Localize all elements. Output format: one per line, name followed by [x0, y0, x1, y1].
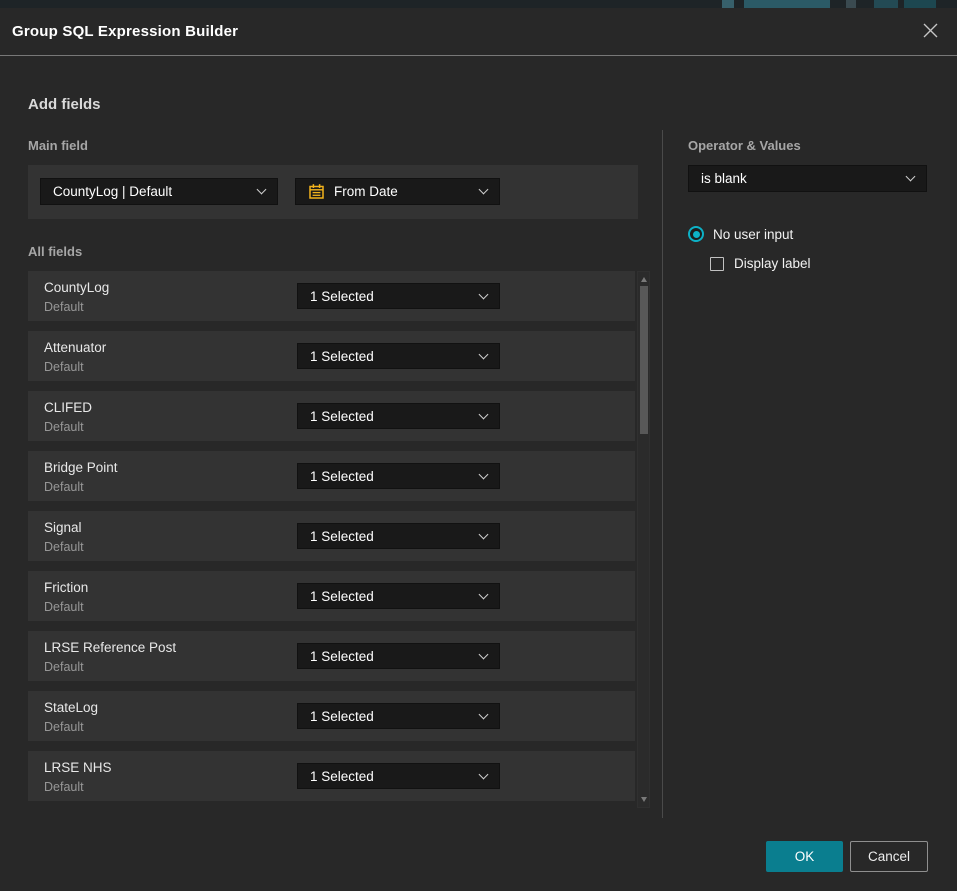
chevron-down-icon — [479, 349, 489, 359]
field-name-label: StateLog — [44, 700, 98, 715]
field-source-label: Default — [44, 660, 84, 674]
calendar-icon — [308, 183, 325, 200]
field-row: CountyLog Default 1 Selected — [28, 271, 635, 321]
panel-divider — [662, 130, 663, 818]
checkbox-unchecked-icon — [710, 257, 724, 271]
chevron-down-icon — [479, 709, 489, 719]
chevron-down-icon — [479, 469, 489, 479]
chevron-down-icon — [479, 289, 489, 299]
field-source-label: Default — [44, 540, 84, 554]
field-selection-dropdown[interactable]: 1 Selected — [297, 463, 500, 489]
field-row: LRSE NHS Default 1 Selected — [28, 751, 635, 801]
chevron-down-icon — [257, 185, 267, 195]
close-icon — [922, 22, 939, 42]
field-selection-dropdown[interactable]: 1 Selected — [297, 583, 500, 609]
field-row: Bridge Point Default 1 Selected — [28, 451, 635, 501]
field-selection-value: 1 Selected — [310, 589, 472, 604]
dialog-titlebar: Group SQL Expression Builder — [0, 8, 957, 55]
field-name-label: Friction — [44, 580, 88, 595]
field-name-label: LRSE NHS — [44, 760, 112, 775]
field-selection-dropdown[interactable]: 1 Selected — [297, 523, 500, 549]
radio-selected-icon — [688, 226, 704, 242]
scroll-down-arrow-icon[interactable] — [641, 797, 647, 802]
backdrop-fragment — [744, 0, 830, 8]
field-selection-value: 1 Selected — [310, 769, 472, 784]
operator-value: is blank — [701, 171, 899, 186]
field-selection-value: 1 Selected — [310, 289, 472, 304]
field-name-label: CountyLog — [44, 280, 109, 295]
field-name-label: Attenuator — [44, 340, 106, 355]
field-selection-value: 1 Selected — [310, 649, 472, 664]
field-selection-value: 1 Selected — [310, 709, 472, 724]
scroll-up-arrow-icon[interactable] — [641, 277, 647, 282]
chevron-down-icon — [479, 185, 489, 195]
group-sql-expression-builder-dialog: Group SQL Expression Builder Add fields … — [0, 8, 957, 891]
field-selection-dropdown[interactable]: 1 Selected — [297, 763, 500, 789]
backdrop-app-sliver — [0, 0, 957, 8]
display-label-label: Display label — [734, 256, 811, 271]
field-selection-value: 1 Selected — [310, 409, 472, 424]
field-selection-dropdown[interactable]: 1 Selected — [297, 403, 500, 429]
main-field-field-value: From Date — [334, 184, 472, 199]
field-selection-dropdown[interactable]: 1 Selected — [297, 703, 500, 729]
field-source-label: Default — [44, 420, 84, 434]
chevron-down-icon — [479, 589, 489, 599]
no-user-input-label: No user input — [713, 227, 793, 242]
operator-values-heading: Operator & Values — [688, 138, 801, 153]
field-selection-value: 1 Selected — [310, 469, 472, 484]
chevron-down-icon — [906, 172, 916, 182]
field-name-label: LRSE Reference Post — [44, 640, 176, 655]
field-source-label: Default — [44, 780, 84, 794]
display-label-checkbox[interactable]: Display label — [710, 256, 811, 271]
field-name-label: CLIFED — [44, 400, 92, 415]
field-source-label: Default — [44, 600, 84, 614]
field-selection-dropdown[interactable]: 1 Selected — [297, 643, 500, 669]
field-row: StateLog Default 1 Selected — [28, 691, 635, 741]
chevron-down-icon — [479, 769, 489, 779]
field-row: Attenuator Default 1 Selected — [28, 331, 635, 381]
chevron-down-icon — [479, 409, 489, 419]
main-field-layer-dropdown[interactable]: CountyLog | Default — [40, 178, 278, 205]
field-source-label: Default — [44, 360, 84, 374]
field-row: Signal Default 1 Selected — [28, 511, 635, 561]
scrollbar-thumb[interactable] — [640, 286, 648, 434]
dialog-content: Add fields Main field CountyLog | Defaul… — [0, 55, 957, 891]
field-selection-dropdown[interactable]: 1 Selected — [297, 343, 500, 369]
field-source-label: Default — [44, 300, 84, 314]
field-source-label: Default — [44, 480, 84, 494]
field-selection-value: 1 Selected — [310, 349, 472, 364]
cancel-button[interactable]: Cancel — [850, 841, 928, 872]
field-name-label: Signal — [44, 520, 82, 535]
field-row: Friction Default 1 Selected — [28, 571, 635, 621]
fields-scrollbar[interactable] — [637, 271, 650, 808]
no-user-input-radio[interactable]: No user input — [688, 226, 793, 242]
add-fields-heading: Add fields — [28, 96, 101, 113]
main-field-field-dropdown[interactable]: From Date — [295, 178, 500, 205]
field-row: LRSE Reference Post Default 1 Selected — [28, 631, 635, 681]
field-row: CLIFED Default 1 Selected — [28, 391, 635, 441]
field-name-label: Bridge Point — [44, 460, 118, 475]
backdrop-fragment — [904, 0, 936, 8]
field-source-label: Default — [44, 720, 84, 734]
operator-dropdown[interactable]: is blank — [688, 165, 927, 192]
field-selection-value: 1 Selected — [310, 529, 472, 544]
ok-button[interactable]: OK — [766, 841, 843, 872]
field-selection-dropdown[interactable]: 1 Selected — [297, 283, 500, 309]
backdrop-fragment — [722, 0, 734, 8]
chevron-down-icon — [479, 529, 489, 539]
main-field-layer-value: CountyLog | Default — [53, 184, 250, 199]
close-button[interactable] — [917, 19, 943, 45]
main-field-label: Main field — [28, 138, 88, 153]
backdrop-fragment — [846, 0, 856, 8]
all-fields-label: All fields — [28, 244, 82, 259]
backdrop-fragment — [874, 0, 898, 8]
dialog-title: Group SQL Expression Builder — [12, 8, 238, 55]
chevron-down-icon — [479, 649, 489, 659]
all-fields-list: CountyLog Default 1 Selected Attenuator … — [28, 271, 635, 803]
